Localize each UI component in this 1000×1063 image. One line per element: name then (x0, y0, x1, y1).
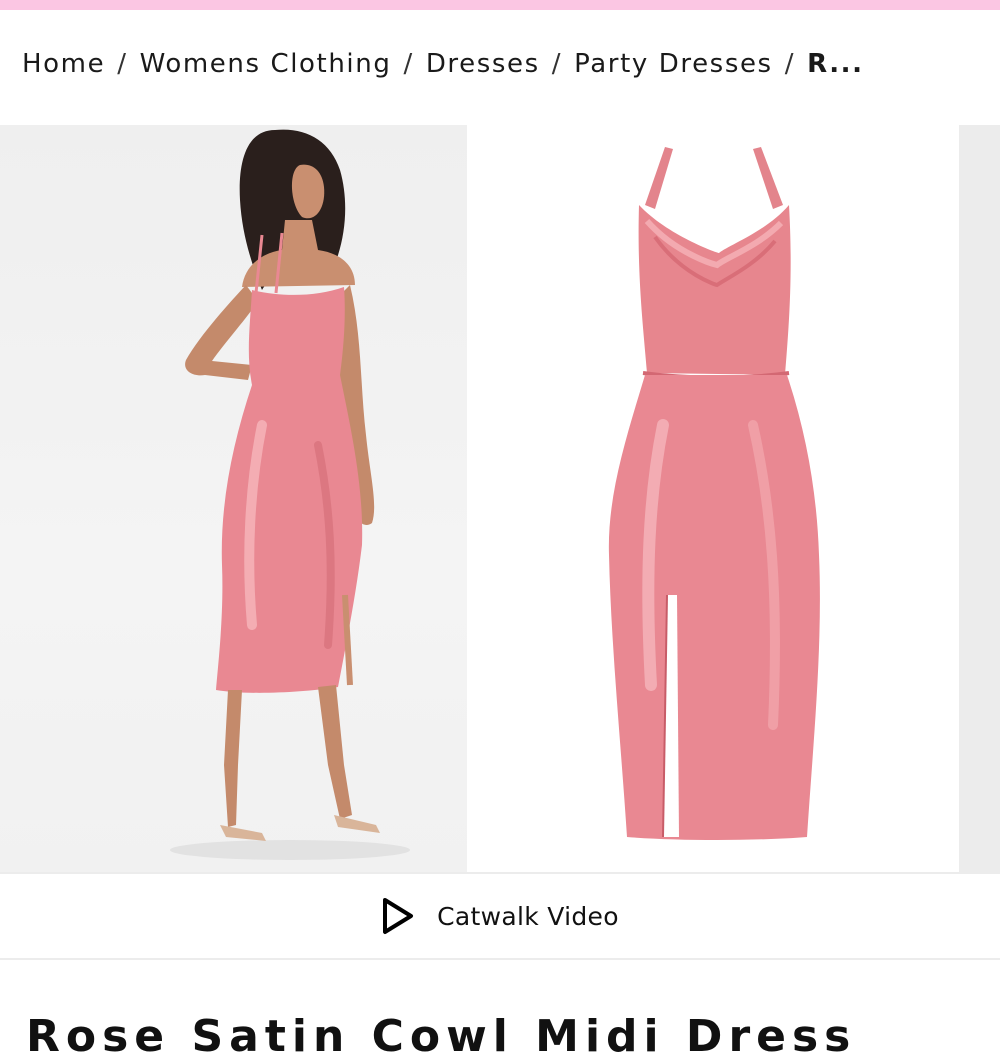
breadcrumb-womens-clothing[interactable]: Womens Clothing (140, 49, 392, 79)
next-photo-peek[interactable] (959, 125, 1000, 872)
breadcrumb-party-dresses[interactable]: Party Dresses (574, 49, 773, 79)
breadcrumb-current: R... (807, 49, 864, 79)
breadcrumb-separator: / (551, 49, 563, 79)
breadcrumb: Home / Womens Clothing / Dresses / Party… (22, 44, 864, 84)
breadcrumb-home[interactable]: Home (22, 49, 105, 79)
product-photo[interactable] (467, 125, 959, 872)
image-gallery[interactable] (0, 125, 1000, 872)
model-photo-illustration (170, 129, 410, 860)
product-photo-illustration (608, 147, 820, 840)
breadcrumb-separator: / (403, 49, 414, 79)
breadcrumb-separator: / (784, 49, 796, 79)
catwalk-video-row: Catwalk Video (0, 872, 1000, 960)
catwalk-video-label: Catwalk Video (437, 901, 619, 931)
product-title: Rose Satin Cowl Midi Dress (26, 1011, 857, 1063)
brand-top-bar (0, 0, 1000, 10)
catwalk-video-button[interactable]: Catwalk Video (381, 897, 619, 935)
play-icon (381, 897, 415, 935)
breadcrumb-dresses[interactable]: Dresses (426, 49, 540, 79)
breadcrumb-separator: / (117, 49, 128, 79)
model-photo[interactable] (0, 125, 467, 872)
